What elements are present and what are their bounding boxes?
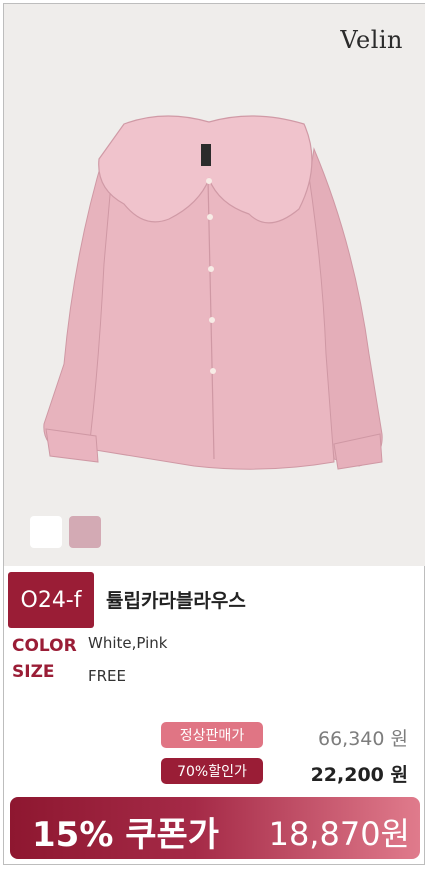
discount-price-tag: 70%할인가	[161, 758, 263, 784]
blouse-image	[43, 115, 383, 470]
swatch-white[interactable]	[30, 516, 62, 548]
brand-logo: Velin	[340, 26, 403, 54]
normal-price-tag: 정상판매가	[161, 722, 263, 748]
product-title[interactable]: 튤립카라블라우스	[106, 586, 246, 613]
discount-price-label: 70%할인가	[177, 764, 247, 780]
swatch-pink[interactable]	[69, 516, 101, 548]
discount-price: 22,200 원	[310, 764, 408, 786]
coupon-label: 15% 쿠폰가	[32, 815, 220, 855]
normal-price: 66,340 원	[317, 728, 408, 750]
color-value: White,Pink	[88, 634, 168, 652]
size-value: FREE	[88, 667, 127, 685]
product-code-badge: O24-f	[8, 572, 94, 628]
coupon-price: 18,870원	[268, 815, 410, 853]
normal-price-label: 정상판매가	[179, 728, 245, 744]
color-label: COLOR	[12, 636, 77, 656]
product-photo[interactable]: Velin	[4, 4, 425, 566]
coupon-banner[interactable]: 15% 쿠폰가 18,870원	[10, 797, 420, 859]
product-code: O24-f	[20, 587, 82, 613]
size-label: SIZE	[12, 662, 55, 682]
